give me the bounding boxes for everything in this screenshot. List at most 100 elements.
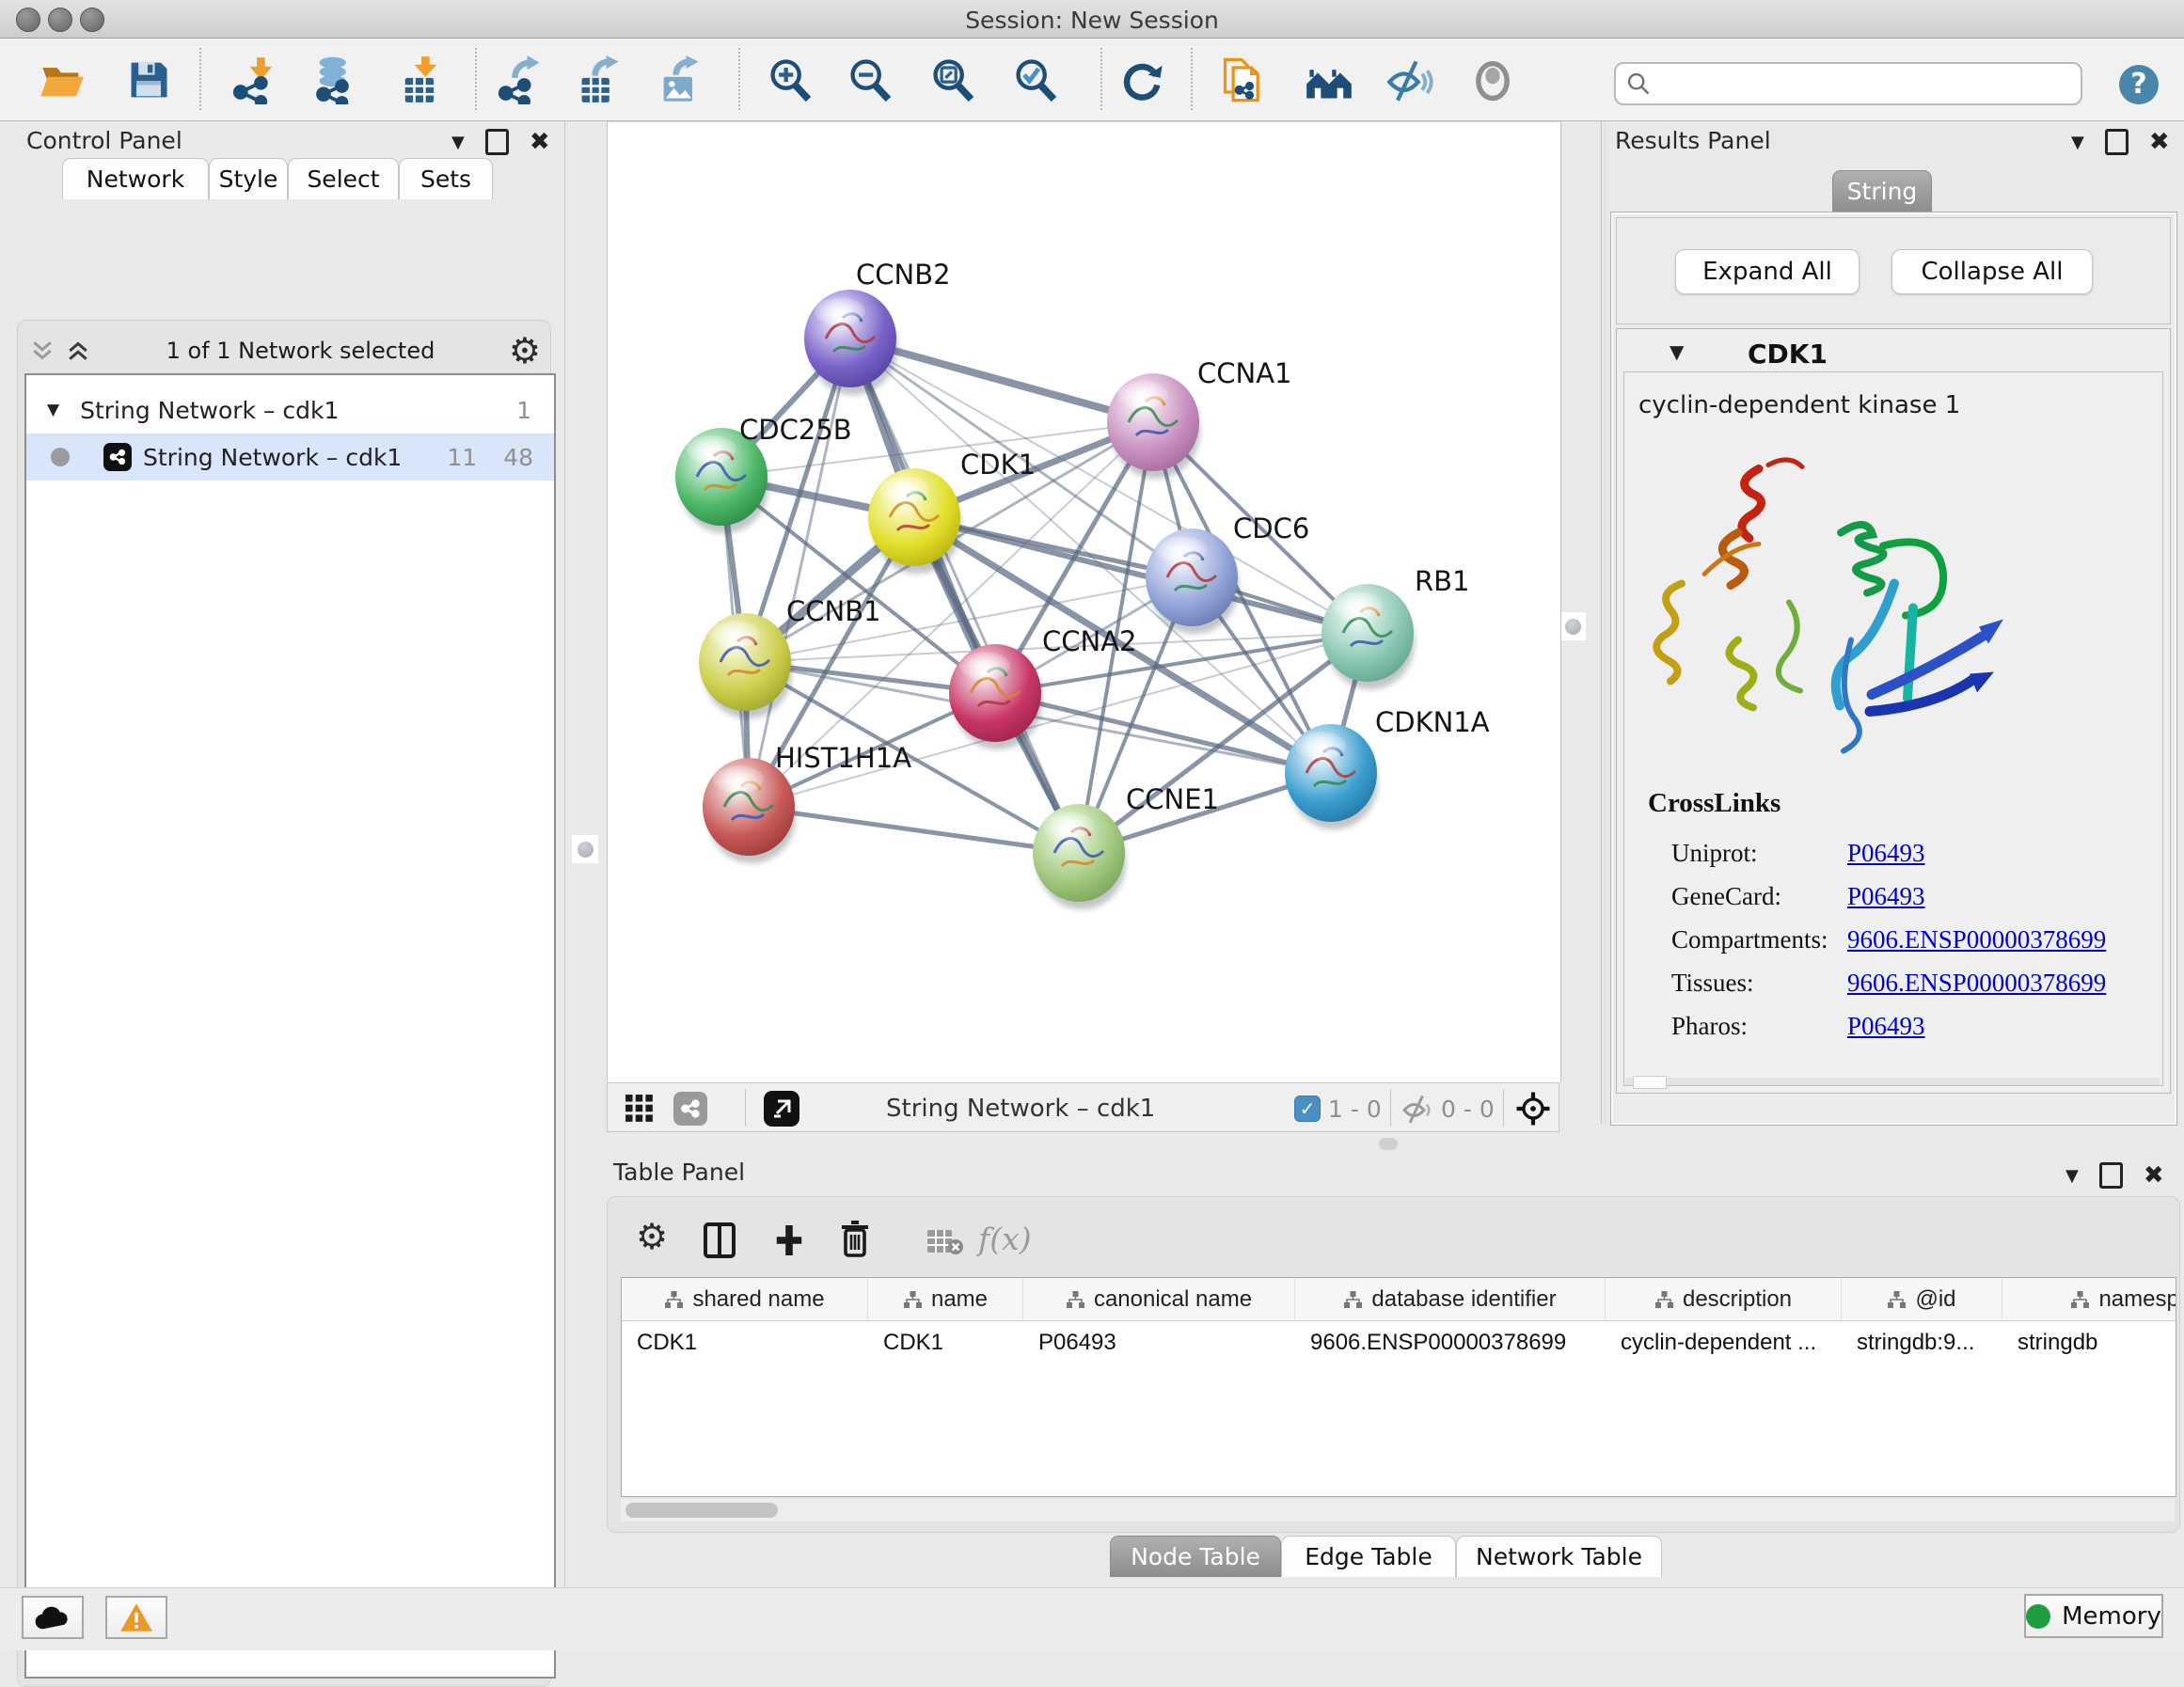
network-node-HIST1H1A[interactable]: HIST1H1A (703, 742, 911, 863)
panel-close-icon[interactable]: ✖ (530, 132, 550, 152)
table-cell[interactable]: P06493 (1023, 1321, 1295, 1364)
tree-expander-icon[interactable]: ▼ (47, 401, 59, 419)
save-session-icon[interactable] (124, 55, 173, 104)
import-table-icon[interactable] (396, 55, 445, 104)
tab-sets[interactable]: Sets (399, 158, 493, 199)
panel-float-icon[interactable] (2099, 1162, 2123, 1189)
expand-all-icon[interactable] (64, 337, 92, 365)
show-view-eye-icon[interactable] (1468, 55, 1517, 104)
network-node-CCNE1[interactable]: CCNE1 (1033, 783, 1219, 909)
crosslink-pharos-link[interactable]: P06493 (1847, 1012, 1925, 1041)
search-box[interactable] (1614, 62, 2082, 105)
collapse-all-icon[interactable] (28, 337, 56, 365)
column-header-shared-name[interactable]: shared name (622, 1278, 868, 1321)
cloud-button[interactable] (22, 1596, 84, 1639)
network-thumbnail-icon[interactable] (673, 1092, 707, 1126)
column-header-namespace[interactable]: namespace (2002, 1278, 2176, 1321)
export-network-icon[interactable] (497, 55, 546, 104)
delete-table-icon[interactable] (926, 1228, 964, 1260)
zoom-selected-icon[interactable] (1011, 55, 1060, 104)
network-node-RB1[interactable]: RB1 (1321, 565, 1470, 689)
table-cell[interactable]: 9606.ENSP00000378699 (1295, 1321, 1606, 1364)
tab-node-table[interactable]: Node Table (1110, 1536, 1281, 1577)
table-cell[interactable]: CDK1 (622, 1321, 868, 1364)
memory-button[interactable]: Memory (2024, 1594, 2163, 1638)
protein-card-expander-icon[interactable]: ▼ (1670, 340, 1684, 363)
tab-string[interactable]: String (1832, 170, 1932, 213)
network-node-CCNA1[interactable]: CCNA1 (1107, 357, 1291, 479)
zoom-fit-icon[interactable] (928, 55, 977, 104)
show-columns-icon[interactable] (704, 1222, 736, 1262)
tab-style[interactable]: Style (209, 158, 288, 199)
network-collection-row[interactable]: ▼ String Network – cdk1 1 (26, 386, 554, 434)
crosslink-compartments-link[interactable]: 9606.ENSP00000378699 (1847, 925, 2106, 954)
open-in-window-icon[interactable] (764, 1091, 799, 1127)
network-node-CCNB2[interactable]: CCNB2 (804, 259, 951, 395)
panel-collapse-icon[interactable]: ▼ (2065, 1166, 2079, 1186)
search-input[interactable] (1652, 70, 2081, 98)
network-edge-HIST1H1A-CCNE1[interactable] (749, 807, 1079, 853)
network-node-CDC6[interactable]: CDC6 (1146, 512, 1309, 634)
network-node-CDKN1A[interactable]: CDKN1A (1285, 706, 1490, 829)
help-button[interactable]: ? (2119, 65, 2159, 104)
refresh-icon[interactable] (1117, 55, 1166, 104)
results-hscrollbar-thumb[interactable] (1633, 1076, 1667, 1089)
import-network-database-icon[interactable] (311, 55, 360, 104)
network-row-selected[interactable]: String Network – cdk1 11 48 (26, 434, 554, 481)
right-splitter-handle[interactable] (1559, 612, 1586, 640)
network-canvas[interactable]: CCNB2CCNA1CDC25BCDK1CDC6RB1CCNB1CCNA2CDK… (607, 121, 1561, 1082)
column-header-database-identifier[interactable]: database identifier (1295, 1278, 1606, 1321)
expand-all-button[interactable]: Expand All (1675, 249, 1860, 294)
network-options-gear-icon[interactable]: ⚙ (509, 333, 541, 369)
add-column-icon[interactable] (773, 1222, 805, 1262)
fit-crosshair-icon[interactable] (1514, 1090, 1552, 1131)
table-cell[interactable]: stringdb (2002, 1321, 2176, 1364)
home-icon[interactable] (1305, 55, 1353, 104)
network-edge-CCNB2-HIST1H1A[interactable] (749, 339, 850, 807)
column-header-name[interactable]: name (868, 1278, 1023, 1321)
column-header-id[interactable]: @id (1842, 1278, 2002, 1321)
panel-float-icon[interactable] (485, 129, 509, 155)
panel-collapse-icon[interactable]: ▼ (2071, 133, 2084, 152)
panel-close-icon[interactable]: ✖ (2144, 1165, 2164, 1186)
import-network-file-icon[interactable] (231, 55, 280, 104)
delete-column-trash-icon[interactable] (839, 1221, 871, 1262)
open-session-icon[interactable] (38, 55, 87, 104)
toolbar-separator (199, 48, 201, 110)
hidden-eye-slash-icon[interactable] (1401, 1092, 1435, 1129)
column-header-description[interactable]: description (1606, 1278, 1842, 1321)
table-cell[interactable]: CDK1 (868, 1321, 1023, 1364)
results-hscrollbar[interactable] (1625, 1078, 2160, 1085)
crosslink-tissues-link[interactable]: 9606.ENSP00000378699 (1847, 969, 2106, 998)
table-cell[interactable]: cyclin-dependent ... (1606, 1321, 1842, 1364)
network-node-CDC25B[interactable]: CDC25B (675, 414, 852, 533)
table-hscrollbar[interactable] (621, 1499, 2175, 1521)
tab-select[interactable]: Select (288, 158, 399, 199)
column-header-canonical-name[interactable]: canonical name (1023, 1278, 1295, 1321)
warning-button[interactable] (105, 1596, 167, 1639)
tab-network-table[interactable]: Network Table (1456, 1536, 1662, 1577)
export-image-icon[interactable] (656, 55, 704, 104)
collapse-all-button[interactable]: Collapse All (1891, 249, 2093, 294)
bottom-splitter-handle[interactable] (1379, 1138, 1398, 1150)
selected-nodes-checkbox[interactable]: ✓ (1294, 1096, 1321, 1122)
grid-view-icon[interactable] (625, 1094, 655, 1127)
table-options-gear-icon[interactable]: ⚙ (636, 1219, 668, 1254)
share-document-icon[interactable] (1219, 55, 1268, 104)
panel-float-icon[interactable] (2105, 129, 2129, 155)
crosslink-uniprot-link[interactable]: P06493 (1847, 839, 1925, 868)
hide-panel-eye-slash-icon[interactable] (1385, 55, 1434, 104)
panel-collapse-icon[interactable]: ▼ (451, 133, 465, 152)
tab-network[interactable]: Network (62, 158, 209, 199)
left-splitter-handle[interactable] (572, 835, 598, 863)
table-cell[interactable]: stringdb:9... (1842, 1321, 2002, 1364)
function-builder-icon[interactable]: f(x) (978, 1221, 1032, 1257)
crosslink-genecard-link[interactable]: P06493 (1847, 882, 1925, 911)
table-hscrollbar-thumb[interactable] (625, 1503, 778, 1518)
zoom-out-icon[interactable] (846, 55, 894, 104)
panel-close-icon[interactable]: ✖ (2149, 132, 2170, 152)
export-table-icon[interactable] (575, 55, 624, 104)
selected-count: 1 - 0 (1328, 1096, 1382, 1123)
zoom-in-icon[interactable] (766, 55, 815, 104)
tab-edge-table[interactable]: Edge Table (1281, 1536, 1456, 1577)
